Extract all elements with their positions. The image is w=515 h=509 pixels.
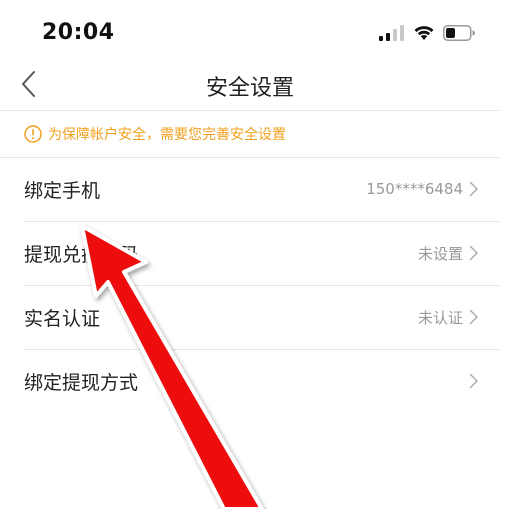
- row-label: 实名认证: [24, 307, 101, 330]
- chevron-right-icon: [469, 309, 478, 325]
- row-bind-phone[interactable]: 绑定手机 150****6484: [0, 158, 500, 220]
- row-label: 提现兑换密码: [24, 243, 139, 266]
- row-withdraw-password[interactable]: 提现兑换密码 未设置: [0, 222, 500, 284]
- status-bar: 20:04: [0, 0, 515, 60]
- row-bind-withdraw-method[interactable]: 绑定提现方式: [0, 350, 500, 412]
- info-circle-icon: [24, 125, 42, 143]
- chevron-right-icon: [469, 245, 478, 261]
- row-real-name-auth[interactable]: 实名认证 未认证: [0, 286, 500, 348]
- row-value: 未认证: [417, 308, 463, 327]
- status-icons: [379, 22, 475, 44]
- battery-icon: [443, 25, 475, 41]
- page-title: 安全设置: [205, 76, 294, 101]
- chevron-right-icon: [469, 181, 478, 197]
- status-time: 20:04: [42, 20, 115, 45]
- row-value: 未设置: [417, 244, 463, 263]
- security-notice: 为保障帐户安全，需要您完善安全设置: [0, 111, 500, 157]
- row-label: 绑定手机: [24, 179, 101, 202]
- cellular-signal-icon: [379, 25, 404, 41]
- row-label: 绑定提现方式: [24, 371, 139, 394]
- row-value: 150****6484: [366, 180, 463, 198]
- chevron-right-icon: [469, 373, 478, 389]
- nav-bar: 安全设置: [0, 60, 500, 110]
- empty-area: [0, 413, 500, 509]
- wifi-icon: [414, 26, 434, 40]
- notice-text: 为保障帐户安全，需要您完善安全设置: [48, 127, 286, 143]
